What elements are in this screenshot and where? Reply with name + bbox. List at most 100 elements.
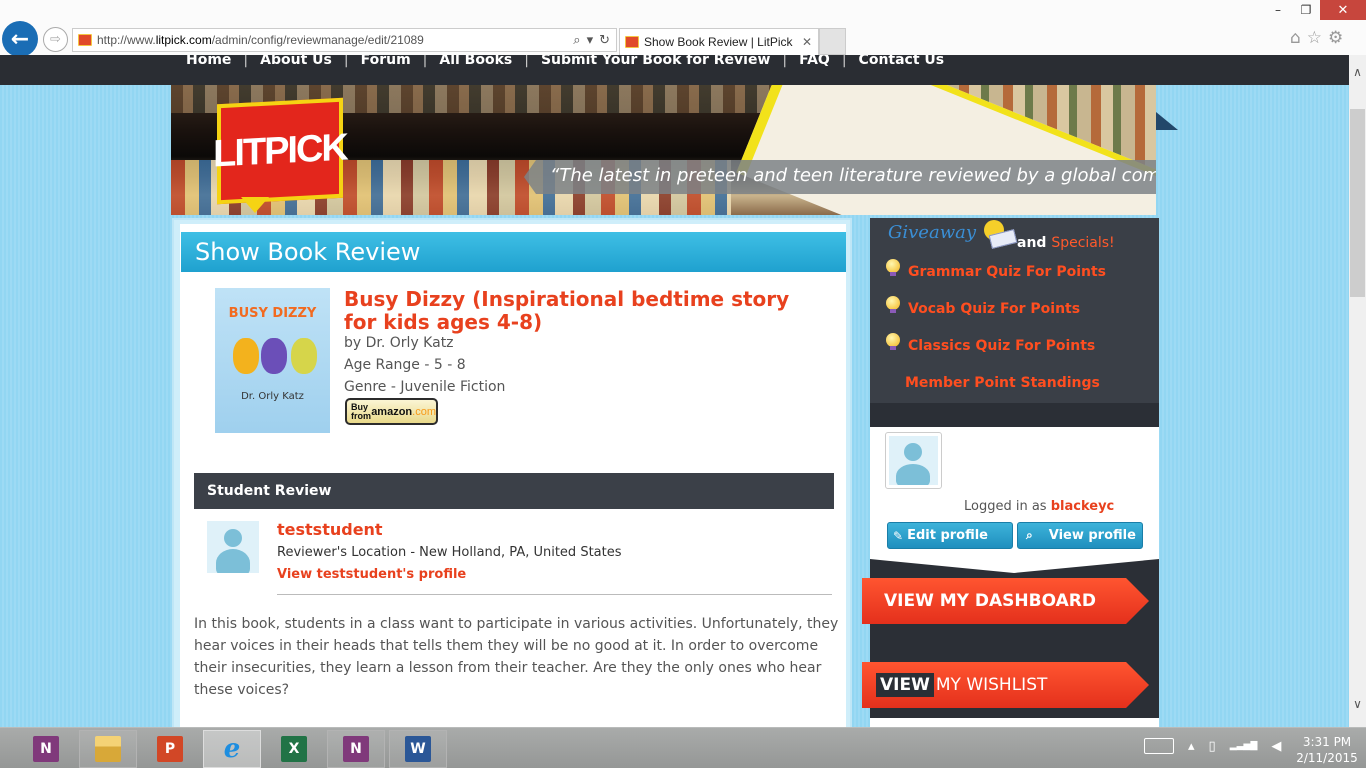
view-profile-label: View profile <box>1048 528 1136 543</box>
maximize-button[interactable]: ❐ <box>1292 0 1320 20</box>
touch-keyboard-icon[interactable] <box>1144 738 1174 754</box>
minimize-button[interactable]: – <box>1264 0 1292 20</box>
url-text[interactable]: http://www.litpick.com/admin/config/revi… <box>97 33 573 47</box>
taskbar-powerpoint[interactable]: P <box>141 730 199 768</box>
amazon-logo: amazon.com <box>371 406 436 418</box>
user-avatar[interactable] <box>885 432 942 489</box>
member-point-standings-link[interactable]: Member Point Standings <box>905 375 1100 391</box>
site-banner: LITPICK “The latest in preteen and teen … <box>171 85 1156 215</box>
nav-separator: | <box>782 55 788 68</box>
view-reviewer-profile-link[interactable]: View teststudent's profile <box>277 567 466 582</box>
system-tray: ▴ ▯ ▂▃▅▇ ◀ <box>1144 738 1281 754</box>
close-window-button[interactable]: ✕ <box>1320 0 1366 20</box>
browser-tab[interactable]: Show Book Review | LitPick ✕ <box>619 28 819 55</box>
view-profile-button[interactable]: ⌕ View profile <box>1017 522 1143 549</box>
system-clock[interactable]: 3:31 PM 2/11/2015 <box>1292 734 1362 766</box>
battery-icon[interactable]: ▯ <box>1209 739 1216 754</box>
nav-separator: | <box>422 55 428 68</box>
magnifier-icon: ⌕ <box>1026 528 1033 542</box>
taskbar-onenote-clipper[interactable]: N <box>327 730 385 768</box>
wishlist-highlight: VIEW <box>876 673 934 697</box>
book-cover-image[interactable]: BUSY DIZZY Dr. Orly Katz <box>215 288 330 433</box>
grammar-quiz-link[interactable]: Grammar Quiz For Points <box>886 259 1106 280</box>
cover-monster-yellow <box>233 338 259 374</box>
settings-gear-icon[interactable]: ⚙ <box>1328 28 1343 48</box>
taskbar-internet-explorer[interactable]: e <box>203 730 261 768</box>
back-button[interactable]: ← <box>2 21 38 57</box>
forward-button[interactable]: ⇨ <box>43 27 68 52</box>
book-author: by Dr. Orly Katz <box>344 335 454 351</box>
scroll-down-arrow-icon[interactable]: ∨ <box>1349 697 1366 711</box>
nav-submit-book[interactable]: Submit Your Book for Review <box>541 55 770 68</box>
book-genre: Genre - Juvenile Fiction <box>344 379 506 395</box>
onenote-icon: N <box>33 736 59 762</box>
sidebar: Giveaway and Specials! Grammar Quiz For … <box>862 218 1159 738</box>
edit-profile-button[interactable]: ✎ Edit profile <box>887 522 1013 549</box>
nav-about-us[interactable]: About Us <box>260 55 332 68</box>
lightbulb-icon <box>886 333 900 350</box>
view-my-wishlist-button[interactable]: VIEW MY WISHLIST <box>862 662 1149 708</box>
volume-icon[interactable]: ◀ <box>1271 739 1281 754</box>
reviewer-name[interactable]: teststudent <box>277 520 383 539</box>
cover-title: BUSY DIZZY <box>228 306 317 321</box>
favorites-star-icon[interactable]: ☆ <box>1307 28 1322 48</box>
buy-from-amazon-button[interactable]: Buy from amazon.com <box>345 398 438 425</box>
nav-faq[interactable]: FAQ <box>799 55 830 68</box>
taskbar-file-explorer[interactable] <box>79 730 137 768</box>
cover-monster-green <box>291 338 317 374</box>
divider <box>277 594 832 595</box>
tab-close-icon[interactable]: ✕ <box>796 35 818 49</box>
onenote-clipper-icon: N <box>343 736 369 762</box>
word-icon: W <box>405 736 431 762</box>
page-scrollbar[interactable]: ∧ ∨ <box>1349 55 1366 727</box>
excel-icon: X <box>281 736 307 762</box>
profile-card: Logged in as blackeyc ✎ Edit profile ⌕ Vie… <box>870 427 1159 559</box>
address-bar[interactable]: http://www.litpick.com/admin/config/revi… <box>72 28 617 52</box>
nav-all-books[interactable]: All Books <box>439 55 512 68</box>
search-icon[interactable]: ⌕ <box>573 33 580 48</box>
cover-monster-purple <box>261 338 287 374</box>
view-my-dashboard-button[interactable]: VIEW MY DASHBOARD <box>862 578 1149 624</box>
scrollbar-thumb[interactable] <box>1350 109 1365 297</box>
nav-contact-us[interactable]: Contact Us <box>859 55 945 68</box>
avatar-body <box>896 464 930 485</box>
show-hidden-icons-icon[interactable]: ▴ <box>1188 739 1195 754</box>
litpick-logo[interactable]: LITPICK <box>213 97 347 205</box>
and-specials-label: and Specials! <box>1017 235 1115 251</box>
nav-home[interactable]: Home <box>186 55 231 68</box>
avatar-body <box>216 549 250 573</box>
nav-forum[interactable]: Forum <box>361 55 411 68</box>
new-tab-button[interactable] <box>819 28 846 55</box>
nav-separator: | <box>841 55 847 68</box>
network-signal-icon[interactable]: ▂▃▅▇ <box>1230 741 1258 751</box>
giveaway-label[interactable]: Giveaway <box>888 222 976 243</box>
dropdown-icon[interactable]: ▾ <box>587 33 594 48</box>
internet-explorer-icon: e <box>223 734 241 764</box>
reviewer-avatar[interactable] <box>207 521 259 573</box>
home-icon[interactable]: ⌂ <box>1290 28 1301 48</box>
vocab-quiz-link[interactable]: Vocab Quiz For Points <box>886 296 1080 317</box>
tab-favicon-icon <box>625 36 639 48</box>
taskbar-onenote[interactable]: N <box>17 730 75 768</box>
taskbar-excel[interactable]: X <box>265 730 323 768</box>
classics-quiz-link[interactable]: Classics Quiz For Points <box>886 333 1095 354</box>
avatar-head <box>224 529 242 547</box>
tagline-band: “The latest in preteen and teen literatu… <box>524 160 1156 194</box>
nav-separator: | <box>343 55 349 68</box>
site-favicon-icon <box>78 34 92 46</box>
reviewer-location: Reviewer's Location - New Holland, PA, U… <box>277 545 622 560</box>
tab-title: Show Book Review | LitPick <box>644 35 793 49</box>
scroll-up-arrow-icon[interactable]: ∧ <box>1349 65 1366 79</box>
tagline: “The latest in preteen and teen literatu… <box>550 165 1156 186</box>
taskbar-word[interactable]: W <box>389 730 447 768</box>
edit-profile-label: Edit profile <box>907 528 989 543</box>
card-pointer <box>870 559 1159 573</box>
specials-link[interactable]: Specials! <box>1051 235 1114 251</box>
nav-separator: | <box>524 55 529 68</box>
refresh-icon[interactable]: ↻ <box>599 33 610 48</box>
forward-arrow-icon: ⇨ <box>50 32 61 47</box>
back-arrow-icon: ← <box>10 26 30 52</box>
logged-in-username[interactable]: blackeyc <box>1051 499 1115 514</box>
cover-author: Dr. Orly Katz <box>241 391 304 402</box>
review-body: In this book, students in a class want t… <box>194 616 839 698</box>
